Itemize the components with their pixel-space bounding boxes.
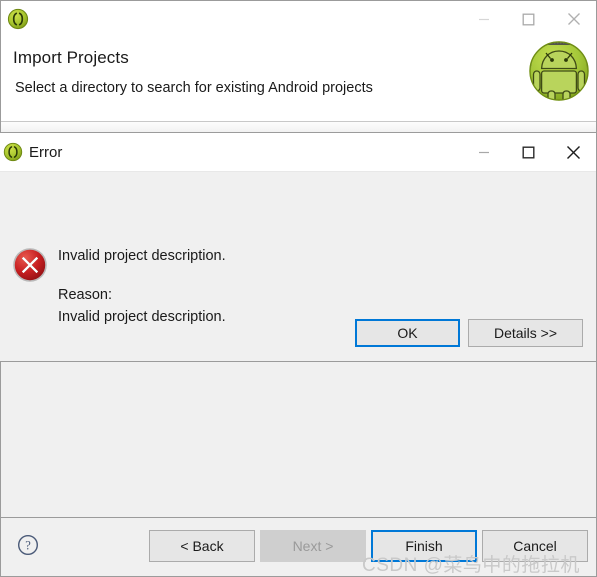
minimize-icon[interactable]: [461, 133, 506, 171]
eclipse-braces-icon: [3, 142, 23, 162]
eclipse-braces-icon: [7, 8, 29, 30]
error-dialog-titlebar: Error: [0, 133, 596, 172]
wizard-header: Import Projects Select a directory to se…: [1, 37, 596, 122]
wizard-footer: ? < Back Next > Finish Cancel: [1, 517, 596, 576]
error-dialog-body: Invalid project description. Reason: Inv…: [0, 172, 596, 361]
details-button-label: Details >>: [493, 325, 558, 341]
error-reason-label: Reason:: [58, 287, 113, 303]
wizard-button-row: < Back Next > Finish Cancel: [149, 530, 588, 562]
close-icon[interactable]: [551, 1, 596, 37]
svg-text:?: ?: [25, 539, 31, 553]
android-robot-icon: [527, 39, 591, 103]
back-button[interactable]: < Back: [149, 530, 255, 562]
page-subtitle: Select a directory to search for existin…: [15, 80, 373, 96]
finish-button[interactable]: Finish: [371, 530, 477, 562]
next-button-label: Next >: [292, 538, 334, 554]
error-window-controls: [461, 133, 596, 171]
error-reason-block: Reason: Invalid project description.: [58, 284, 226, 328]
cancel-button-label: Cancel: [513, 538, 557, 554]
back-button-label: < Back: [180, 538, 224, 554]
wizard-window-controls: [461, 1, 596, 37]
details-button[interactable]: Details >>: [468, 319, 583, 347]
ok-button-label: OK: [397, 325, 418, 341]
close-icon[interactable]: [551, 133, 596, 171]
finish-button-label: Finish: [405, 538, 443, 554]
error-dialog-button-row: OK Details >>: [355, 319, 583, 347]
cancel-button[interactable]: Cancel: [482, 530, 588, 562]
page-title: Import Projects: [13, 48, 129, 67]
ok-button[interactable]: OK: [355, 319, 460, 347]
error-x-icon: [12, 247, 48, 283]
error-dialog-title: Error: [29, 143, 63, 161]
error-message: Invalid project description.: [58, 248, 226, 264]
wizard-titlebar: [1, 1, 596, 37]
maximize-icon[interactable]: [506, 1, 551, 37]
error-reason-text: Invalid project description.: [58, 309, 226, 325]
next-button: Next >: [260, 530, 366, 562]
minimize-icon[interactable]: [461, 1, 506, 37]
help-question-icon[interactable]: ?: [17, 534, 39, 556]
error-dialog: Error Invalid project description. Reaso…: [0, 132, 597, 362]
maximize-icon[interactable]: [506, 133, 551, 171]
